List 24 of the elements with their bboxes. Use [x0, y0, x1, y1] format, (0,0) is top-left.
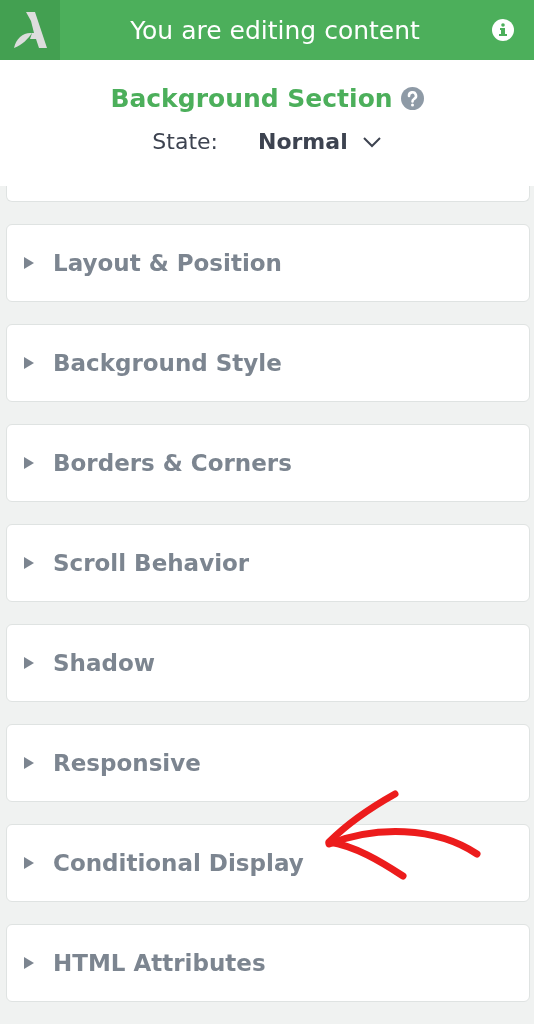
expand-triangle-icon [23, 356, 35, 370]
section-header[interactable]: Scroll Behavior [6, 524, 530, 602]
section-header[interactable]: Shadow [6, 624, 530, 702]
expand-triangle-icon [23, 256, 35, 270]
section-header[interactable]: Conditional Display [6, 824, 530, 902]
section-header[interactable]: Layout & Position [6, 224, 530, 302]
section-header[interactable]: HTML Attributes [6, 924, 530, 1002]
expand-triangle-icon [23, 456, 35, 470]
expand-triangle-icon [23, 756, 35, 770]
expand-triangle-icon [23, 856, 35, 870]
expand-triangle-icon [23, 656, 35, 670]
element-title: Background Section [110, 84, 393, 113]
caret-icon [361, 135, 382, 148]
section-header[interactable]: Responsive [6, 724, 530, 802]
info-icon[interactable] [492, 19, 514, 41]
help-icon[interactable] [400, 87, 424, 110]
expand-triangle-icon [23, 556, 35, 570]
section-header[interactable]: Background Style [6, 324, 530, 402]
header-title: You are editing content [129, 15, 421, 45]
logo-icon [12, 10, 48, 50]
state-label: State: [152, 129, 218, 154]
section-header[interactable]: Borders & Corners [6, 424, 530, 502]
state-dropdown[interactable]: Normal [258, 129, 382, 154]
expand-triangle-icon [23, 956, 35, 970]
